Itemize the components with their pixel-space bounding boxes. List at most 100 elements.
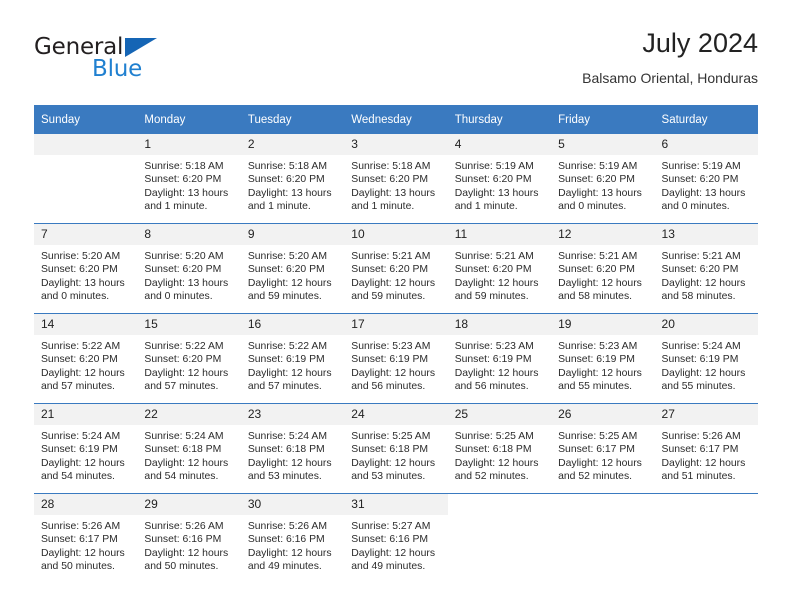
day-details: Sunrise: 5:25 AM Sunset: 6:17 PM Daylight:… [551, 425, 654, 484]
daylight-text-line2: and 0 minutes. [144, 291, 213, 303]
sunrise-text: Sunrise: 5:24 AM [144, 431, 224, 442]
day-details: Sunrise: 5:24 AM Sunset: 6:18 PM Daylight:… [241, 425, 344, 484]
calendar-day-cell[interactable]: 31 Sunrise: 5:27 AM Sunset: 6:16 PM Dayligh… [344, 493, 448, 583]
daylight-text-line1: Daylight: 13 hours [454, 187, 539, 199]
daylight-text-line2: and 58 minutes. [661, 291, 736, 303]
weekday-header-thursday: Thursday [447, 105, 552, 134]
calendar-day-cell[interactable]: 15 Sunrise: 5:22 AM Sunset: 6:20 PM Dayligh… [137, 313, 241, 404]
daylight-text-line1: Daylight: 12 hours [144, 457, 229, 469]
calendar-day-cell[interactable]: 10 Sunrise: 5:21 AM Sunset: 6:20 PM Dayligh… [344, 223, 448, 314]
day-number: 29 [137, 494, 241, 515]
logo-triangle-icon [125, 38, 157, 57]
calendar-day-cell[interactable]: 22 Sunrise: 5:24 AM Sunset: 6:18 PM Dayligh… [137, 403, 241, 494]
calendar-day-cell[interactable]: 27 Sunrise: 5:26 AM Sunset: 6:17 PM Dayligh… [654, 403, 758, 494]
day-number: 17 [344, 314, 448, 335]
calendar-day-cell[interactable]: 13 Sunrise: 5:21 AM Sunset: 6:20 PM Dayligh… [654, 223, 758, 314]
daylight-text-line2: and 56 minutes. [454, 381, 529, 393]
calendar-day-cell[interactable]: 30 Sunrise: 5:26 AM Sunset: 6:16 PM Dayligh… [240, 493, 345, 583]
sunset-text: Sunset: 6:16 PM [351, 534, 429, 546]
calendar-day-cell[interactable]: 20 Sunrise: 5:24 AM Sunset: 6:19 PM Dayligh… [654, 313, 758, 404]
calendar-day-cell[interactable]: 16 Sunrise: 5:22 AM Sunset: 6:19 PM Dayligh… [240, 313, 345, 404]
sunset-text: Sunset: 6:19 PM [661, 354, 739, 366]
day-details: Sunrise: 5:26 AM Sunset: 6:17 PM Daylight:… [34, 515, 137, 574]
logo-text-blue: Blue [92, 56, 143, 82]
daylight-text-line2: and 58 minutes. [558, 291, 633, 303]
day-number: 3 [344, 134, 448, 155]
day-number: 6 [654, 134, 758, 155]
day-number: 13 [654, 224, 758, 245]
day-details: Sunrise: 5:24 AM Sunset: 6:19 PM Daylight:… [34, 425, 137, 484]
calendar-day-cell[interactable]: 4 Sunrise: 5:19 AM Sunset: 6:20 PM Daylight… [447, 134, 552, 224]
sunrise-text: Sunrise: 5:24 AM [41, 431, 121, 442]
calendar-day-cell[interactable]: 28 Sunrise: 5:26 AM Sunset: 6:17 PM Dayligh… [34, 493, 138, 583]
day-details: Sunrise: 5:27 AM Sunset: 6:16 PM Daylight:… [344, 515, 447, 574]
day-number: 25 [447, 404, 552, 425]
calendar-day-cell[interactable]: 24 Sunrise: 5:25 AM Sunset: 6:18 PM Dayligh… [344, 403, 448, 494]
calendar-day-cell[interactable]: 17 Sunrise: 5:23 AM Sunset: 6:19 PM Dayligh… [344, 313, 448, 404]
calendar-body: 1 Sunrise: 5:18 AM Sunset: 6:20 PM Daylight… [34, 134, 758, 583]
calendar-day-cell[interactable]: 23 Sunrise: 5:24 AM Sunset: 6:18 PM Dayligh… [240, 403, 345, 494]
calendar-day-cell[interactable]: 7 Sunrise: 5:20 AM Sunset: 6:20 PM Daylight… [34, 223, 138, 314]
calendar-day-cell[interactable]: 5 Sunrise: 5:19 AM Sunset: 6:20 PM Daylight… [551, 134, 655, 224]
day-number: 30 [240, 494, 345, 515]
day-details: Sunrise: 5:20 AM Sunset: 6:20 PM Daylight:… [241, 245, 344, 304]
sunrise-text: Sunrise: 5:26 AM [661, 431, 741, 442]
sunrise-text: Sunrise: 5:24 AM [661, 341, 741, 352]
daylight-text-line2: and 54 minutes. [41, 471, 115, 483]
daylight-text-line2: and 57 minutes. [41, 381, 115, 393]
calendar-day-cell[interactable]: 21 Sunrise: 5:24 AM Sunset: 6:19 PM Dayligh… [34, 403, 138, 494]
calendar-day-cell[interactable]: 8 Sunrise: 5:20 AM Sunset: 6:20 PM Daylight… [137, 223, 241, 314]
sunrise-text: Sunrise: 5:26 AM [144, 521, 224, 532]
location-subtitle: Balsamo Oriental, Honduras [582, 70, 758, 86]
day-number: 5 [551, 134, 655, 155]
calendar-day-cell[interactable]: 2 Sunrise: 5:18 AM Sunset: 6:20 PM Daylight… [240, 134, 345, 224]
daylight-text-line1: Daylight: 12 hours [41, 367, 125, 379]
daylight-text-line2: and 53 minutes. [247, 471, 322, 483]
daylight-text-line1: Daylight: 12 hours [351, 277, 436, 289]
calendar-day-cell[interactable]: 11 Sunrise: 5:21 AM Sunset: 6:20 PM Dayligh… [447, 223, 552, 314]
sunset-text: Sunset: 6:18 PM [351, 444, 429, 456]
calendar-day-cell[interactable]: 19 Sunrise: 5:23 AM Sunset: 6:19 PM Dayligh… [551, 313, 655, 404]
sunset-text: Sunset: 6:20 PM [558, 174, 635, 186]
daylight-text-line1: Daylight: 12 hours [558, 457, 642, 469]
calendar-day-cell[interactable]: 25 Sunrise: 5:25 AM Sunset: 6:18 PM Dayligh… [447, 403, 552, 494]
calendar-day-cell[interactable]: 3 Sunrise: 5:18 AM Sunset: 6:20 PM Daylight… [344, 134, 448, 224]
daylight-text-line2: and 49 minutes. [247, 561, 322, 573]
calendar-day-cell[interactable]: 18 Sunrise: 5:23 AM Sunset: 6:19 PM Dayligh… [447, 313, 552, 404]
sunrise-sunset-calendar: Sunday Monday Tuesday Wednesday Thursday… [34, 105, 758, 583]
day-number: 9 [240, 224, 345, 245]
daylight-text-line2: and 0 minutes. [661, 201, 730, 213]
sunrise-text: Sunrise: 5:18 AM [247, 161, 327, 172]
day-number: 12 [551, 224, 655, 245]
day-details: Sunrise: 5:20 AM Sunset: 6:20 PM Daylight:… [137, 245, 240, 304]
sunset-text: Sunset: 6:20 PM [41, 264, 118, 276]
daylight-text-line1: Daylight: 12 hours [454, 277, 539, 289]
calendar-day-cell[interactable]: 26 Sunrise: 5:25 AM Sunset: 6:17 PM Dayligh… [551, 403, 655, 494]
calendar-day-cell[interactable]: 1 Sunrise: 5:18 AM Sunset: 6:20 PM Daylight… [137, 134, 241, 224]
daylight-text-line2: and 57 minutes. [247, 381, 322, 393]
day-details: Sunrise: 5:24 AM Sunset: 6:18 PM Daylight:… [137, 425, 240, 484]
calendar-day-cell[interactable]: 9 Sunrise: 5:20 AM Sunset: 6:20 PM Daylight… [240, 223, 345, 314]
sunset-text: Sunset: 6:20 PM [558, 264, 635, 276]
daylight-text-line2: and 1 minute. [454, 201, 518, 213]
sunrise-text: Sunrise: 5:23 AM [454, 341, 534, 352]
daylight-text-line2: and 0 minutes. [558, 201, 627, 213]
weekday-header-friday: Friday [551, 105, 655, 134]
calendar-day-cell[interactable]: 6 Sunrise: 5:19 AM Sunset: 6:20 PM Daylight… [654, 134, 758, 224]
daylight-text-line1: Daylight: 13 hours [351, 187, 436, 199]
sunrise-text: Sunrise: 5:23 AM [558, 341, 638, 352]
sunset-text: Sunset: 6:20 PM [454, 264, 532, 276]
sunrise-text: Sunrise: 5:19 AM [454, 161, 534, 172]
calendar-day-cell[interactable]: 12 Sunrise: 5:21 AM Sunset: 6:20 PM Dayligh… [551, 223, 655, 314]
daylight-text-line1: Daylight: 12 hours [144, 367, 229, 379]
day-details: Sunrise: 5:25 AM Sunset: 6:18 PM Daylight:… [344, 425, 447, 484]
calendar-day-cell[interactable]: 29 Sunrise: 5:26 AM Sunset: 6:16 PM Dayligh… [137, 493, 241, 583]
day-number: 24 [344, 404, 448, 425]
day-details: Sunrise: 5:22 AM Sunset: 6:20 PM Daylight:… [137, 335, 240, 394]
sunrise-text: Sunrise: 5:26 AM [41, 521, 121, 532]
day-details: Sunrise: 5:19 AM Sunset: 6:20 PM Daylight:… [655, 155, 758, 214]
calendar-day-cell[interactable]: 14 Sunrise: 5:22 AM Sunset: 6:20 PM Dayligh… [34, 313, 138, 404]
day-number: 20 [654, 314, 758, 335]
day-number: 7 [34, 224, 138, 245]
day-number: 31 [344, 494, 448, 515]
